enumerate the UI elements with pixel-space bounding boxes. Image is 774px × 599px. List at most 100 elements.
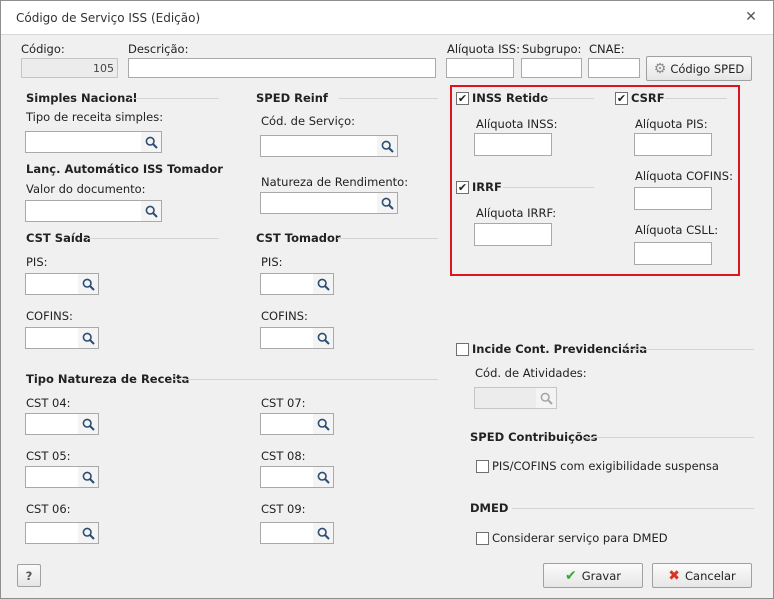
cst-tomador-pis-input[interactable] xyxy=(260,273,314,295)
cst09-lookup[interactable] xyxy=(260,522,334,544)
natureza-receita-divider xyxy=(173,379,438,380)
cst-saida-pis-search-button[interactable] xyxy=(78,273,99,295)
simples-header: Simples Nacional xyxy=(26,91,137,105)
cst04-label: CST 04: xyxy=(26,396,71,410)
cst05-input[interactable] xyxy=(25,466,79,488)
cst07-input[interactable] xyxy=(260,413,314,435)
valor-documento-lookup[interactable] xyxy=(25,200,162,222)
cst04-lookup[interactable] xyxy=(25,413,99,435)
cst-tomador-pis-lookup[interactable] xyxy=(260,273,334,295)
help-button[interactable]: ? xyxy=(17,564,41,587)
aliquota-pis-label: Alíquota PIS: xyxy=(635,117,708,131)
cst-saida-divider xyxy=(87,238,219,239)
cancel-x-icon: ✖ xyxy=(668,567,680,584)
aliquota-irrf-field[interactable] xyxy=(474,223,552,246)
cst08-search-button[interactable] xyxy=(313,466,334,488)
cst08-lookup[interactable] xyxy=(260,466,334,488)
cst05-search-button[interactable] xyxy=(78,466,99,488)
aliquota-cofins-field[interactable] xyxy=(634,187,712,210)
close-icon[interactable]: ✕ xyxy=(743,9,759,25)
gravar-button[interactable]: ✔ Gravar xyxy=(543,563,643,588)
cst06-lookup[interactable] xyxy=(25,522,99,544)
pis-cofins-suspensa-checkbox[interactable] xyxy=(476,460,489,473)
tipo-receita-input[interactable] xyxy=(25,131,142,153)
cst06-label: CST 06: xyxy=(26,502,71,516)
atividades-search-button xyxy=(536,387,557,409)
cst09-search-button[interactable] xyxy=(313,522,334,544)
codigo-value: 105 xyxy=(93,62,114,75)
codigo-field: 105 xyxy=(21,58,118,78)
cst06-search-button[interactable] xyxy=(78,522,99,544)
reinf-divider xyxy=(339,98,438,99)
cst-tomador-cofins-search-button[interactable] xyxy=(313,327,334,349)
cst-saida-pis-input[interactable] xyxy=(25,273,79,295)
previdencia-label: Incide Cont. Previdenciária xyxy=(472,342,648,356)
cst-saida-cofins-lookup[interactable] xyxy=(25,327,99,349)
cst-tomador-pis-search-button[interactable] xyxy=(313,273,334,295)
cod-servico-input[interactable] xyxy=(260,135,378,157)
cst04-search-button[interactable] xyxy=(78,413,99,435)
aliquota-csll-field[interactable] xyxy=(634,242,712,265)
dmed-divider xyxy=(512,508,754,509)
natureza-receita-header: Tipo Natureza de Receita xyxy=(26,372,190,386)
valor-documento-search-button[interactable] xyxy=(141,200,162,222)
codigo-sped-button[interactable]: ⚙ Código SPED xyxy=(646,56,752,81)
cod-servico-lookup[interactable] xyxy=(260,135,398,157)
cancelar-button[interactable]: ✖ Cancelar xyxy=(652,563,752,588)
cst-tomador-cofins-lookup[interactable] xyxy=(260,327,334,349)
cst06-input[interactable] xyxy=(25,522,79,544)
cst-saida-cofins-label: COFINS: xyxy=(26,309,73,323)
cst07-lookup[interactable] xyxy=(260,413,334,435)
cst09-input[interactable] xyxy=(260,522,314,544)
codigo-label: Código: xyxy=(21,42,65,56)
tipo-receita-lookup[interactable] xyxy=(25,131,162,153)
subgrupo-label: Subgrupo: xyxy=(522,42,582,56)
cst-tomador-cofins-input[interactable] xyxy=(260,327,314,349)
cst-saida-header: CST Saída xyxy=(26,231,91,245)
search-icon xyxy=(317,527,330,540)
previdencia-checkbox[interactable] xyxy=(456,343,469,356)
cst-saida-cofins-input[interactable] xyxy=(25,327,79,349)
search-icon xyxy=(82,332,95,345)
search-icon xyxy=(145,136,158,149)
checkmark-icon: ✔ xyxy=(457,92,468,105)
aliquota-iss-field[interactable] xyxy=(446,58,514,78)
cst-saida-cofins-search-button[interactable] xyxy=(78,327,99,349)
previdencia-divider xyxy=(624,349,754,350)
natureza-rendimento-lookup[interactable] xyxy=(260,192,398,214)
cst-saida-pis-label: PIS: xyxy=(26,255,48,269)
subgrupo-field[interactable] xyxy=(521,58,582,78)
cod-servico-search-button[interactable] xyxy=(377,135,398,157)
irrf-divider xyxy=(503,187,594,188)
aliquota-inss-field[interactable] xyxy=(474,133,552,156)
irrf-checkbox[interactable]: ✔ xyxy=(456,181,469,194)
natureza-rendimento-search-button[interactable] xyxy=(377,192,398,214)
cnae-label: CNAE: xyxy=(589,42,625,56)
inss-retido-checkbox[interactable]: ✔ xyxy=(456,92,469,105)
atividades-input xyxy=(474,387,537,409)
tipo-receita-search-button[interactable] xyxy=(141,131,162,153)
checkmark-icon: ✔ xyxy=(457,181,468,194)
cst07-search-button[interactable] xyxy=(313,413,334,435)
cst08-input[interactable] xyxy=(260,466,314,488)
descricao-label: Descrição: xyxy=(128,42,189,56)
considerar-dmed-checkbox[interactable] xyxy=(476,532,489,545)
cst-saida-pis-lookup[interactable] xyxy=(25,273,99,295)
descricao-field[interactable] xyxy=(128,58,436,78)
dmed-header: DMED xyxy=(470,501,509,515)
cst05-lookup[interactable] xyxy=(25,466,99,488)
aliquota-cofins-label: Alíquota COFINS: xyxy=(635,169,733,183)
atividades-label: Cód. de Atividades: xyxy=(475,366,587,380)
cst04-input[interactable] xyxy=(25,413,79,435)
dialog-window: Código de Serviço ISS (Edição) ✕ Código:… xyxy=(0,0,774,599)
help-icon: ? xyxy=(25,568,33,583)
cnae-field[interactable] xyxy=(588,58,640,78)
natureza-rendimento-input[interactable] xyxy=(260,192,378,214)
aliquota-pis-field[interactable] xyxy=(634,133,712,156)
gear-icon: ⚙ xyxy=(653,60,667,77)
valor-documento-input[interactable] xyxy=(25,200,142,222)
cst08-label: CST 08: xyxy=(261,449,306,463)
csrf-checkbox[interactable]: ✔ xyxy=(615,92,628,105)
cst07-label: CST 07: xyxy=(261,396,306,410)
aliquota-inss-label: Alíquota INSS: xyxy=(476,117,558,131)
